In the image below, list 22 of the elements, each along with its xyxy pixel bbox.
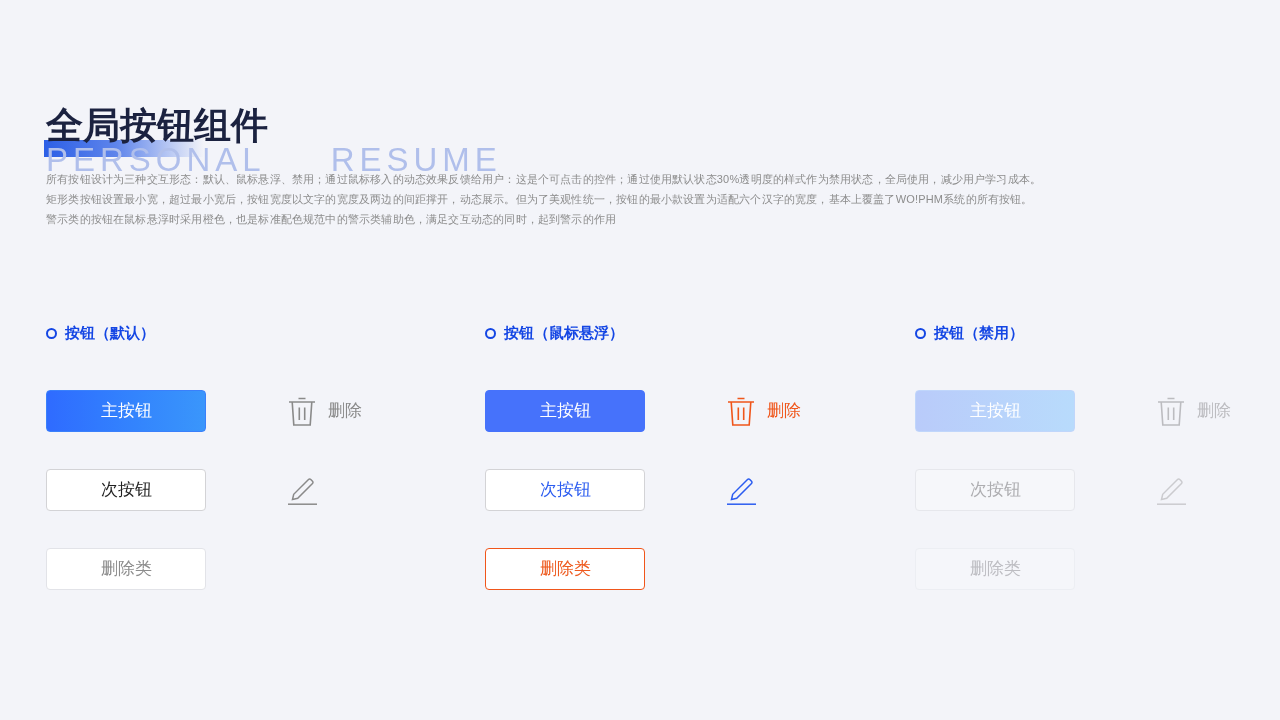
pencil-icon[interactable]	[727, 475, 756, 505]
danger-button[interactable]: 删除类	[46, 548, 206, 590]
description-text: 矩形类按钮设置最小宽，超过最小宽后，按钮宽度以文字的宽度及两边的间距撑开，动态展示。但为了美观性统一，按钮的最小款设置为适配六个汉字的宽度，基本上覆盖了WO!PHM系统的所有按钮。	[46, 192, 1033, 206]
trash-icon	[1157, 396, 1185, 426]
secondary-button[interactable]: 次按钮	[46, 469, 206, 511]
section-heading: 按钮（禁用）	[934, 323, 1024, 343]
primary-button[interactable]: 主按钮	[485, 390, 645, 432]
primary-button[interactable]: 主按钮	[46, 390, 206, 432]
pencil-icon[interactable]	[288, 475, 317, 505]
ring-icon	[915, 327, 926, 339]
delete-button[interactable]: 删除	[727, 396, 801, 426]
section-heading: 按钮（默认）	[65, 323, 155, 343]
trash-icon	[727, 396, 755, 426]
ring-icon	[46, 327, 57, 339]
danger-button[interactable]: 删除类	[485, 548, 645, 590]
section-heading: 按钮（鼠标悬浮）	[504, 323, 624, 343]
ring-icon	[485, 327, 496, 339]
trash-icon	[288, 396, 316, 426]
description-text: 警示类的按钮在鼠标悬浮时采用橙色，也是标准配色规范中的警示类辅助色，满足交互动态的同时，起到警示的作用	[46, 212, 617, 226]
description-text: 所有按钮设计为三种交互形态：默认、鼠标悬浮、禁用；通过鼠标移入的动态效果反馈给用户：这是个可点击的控件；通过使用默认状态30%透明度的样式作为禁用状态，全局使用，减少用户学习成本。	[46, 172, 1042, 186]
delete-button[interactable]: 删除	[288, 396, 362, 426]
secondary-button[interactable]: 次按钮	[485, 469, 645, 511]
